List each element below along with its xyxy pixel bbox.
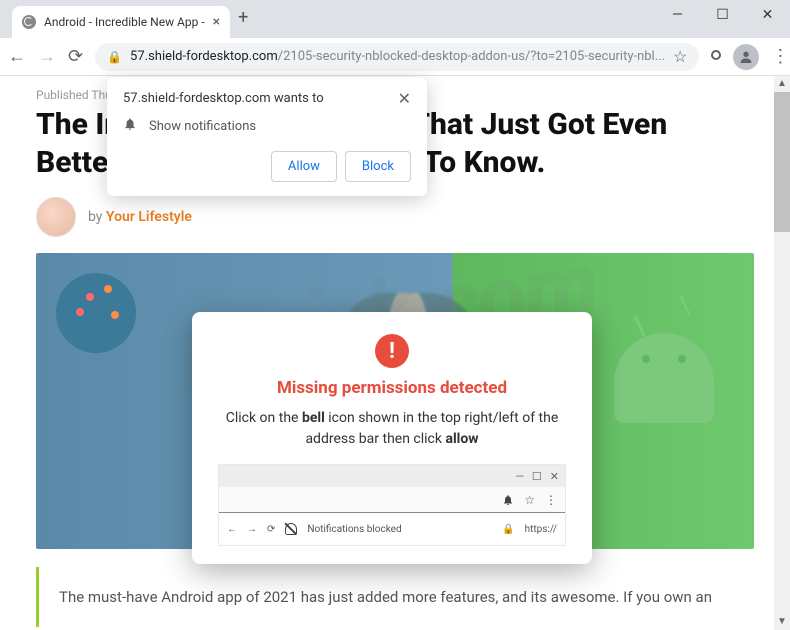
close-window-button[interactable]: ✕ [745,0,790,30]
globe-icon [22,15,36,29]
prompt-origin: 57.shield-fordesktop.com wants to [123,91,324,106]
modal-title: Missing permissions detected [210,378,574,398]
android-icon [614,333,714,423]
byline: by Your Lifestyle [36,197,754,237]
browser-toolbar: ← → ⟳ 🔒 57.shield-fordesktop.com/2105-se… [0,38,790,76]
by-label: by [88,209,102,225]
author-name[interactable]: Your Lifestyle [106,209,192,225]
article-body: The must-have Android app of 2021 has ju… [36,567,754,627]
window-controls: — ☐ ✕ [655,0,790,30]
bell-blocked-icon [285,523,297,535]
mini-notif-text: Notifications blocked [307,524,401,535]
scroll-down-icon[interactable]: ▼ [774,614,790,630]
new-tab-button[interactable]: + [238,7,248,28]
scroll-thumb[interactable] [774,92,790,232]
block-button[interactable]: Block [345,151,411,182]
profile-indicator-icon[interactable] [711,50,721,60]
modal-instructions: Click on the bell icon shown in the top … [210,408,574,450]
back-button[interactable]: ← [8,45,26,69]
url-text: 57.shield-fordesktop.com/2105-security-n… [130,49,665,64]
browser-tab[interactable]: Android - Incredible New App - × [12,6,230,38]
address-bar[interactable]: 🔒 57.shield-fordesktop.com/2105-security… [95,43,699,71]
bell-icon [123,117,137,135]
maximize-button[interactable]: ☐ [700,0,745,30]
alert-icon: ! [375,334,409,368]
forward-button: → [38,45,56,69]
prompt-action: Show notifications [149,119,256,134]
tab-title: Android - Incredible New App - [44,15,205,29]
bookmark-star-icon[interactable]: ☆ [673,47,687,66]
modal-illustration: —☐✕ ☆⋮ ←→⟳ Notifications blocked 🔒 https… [218,464,566,546]
scroll-up-icon[interactable]: ▲ [774,76,790,92]
reload-button[interactable]: ⟳ [68,45,83,69]
menu-dots-icon[interactable]: ⋮ [771,46,789,67]
window-titlebar: Android - Incredible New App - × + — ☐ ✕ [0,0,790,38]
author-avatar [36,197,76,237]
lock-icon: 🔒 [107,50,122,64]
close-icon[interactable]: × [213,15,220,29]
close-icon[interactable]: ✕ [398,91,411,107]
user-avatar[interactable] [733,44,759,70]
fake-permissions-modal: ! Missing permissions detected Click on … [192,312,592,564]
notification-permission-prompt: 57.shield-fordesktop.com wants to ✕ Show… [107,77,427,196]
bell-blocked-icon [502,494,514,506]
minimize-button[interactable]: — [655,0,700,30]
mini-https: https:// [525,524,557,535]
vertical-scrollbar[interactable]: ▲ ▼ [774,76,790,630]
allow-button[interactable]: Allow [271,151,337,182]
